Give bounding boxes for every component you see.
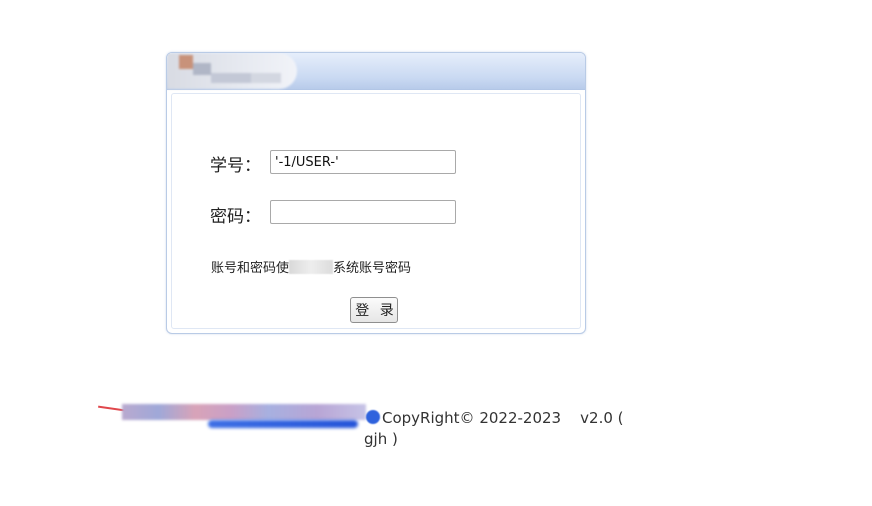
blurred-logo: [167, 53, 297, 89]
note-prefix: 账号和密码使: [211, 261, 290, 276]
note-suffix: 系统账号密码: [333, 261, 412, 276]
student-id-label: 学号：: [210, 156, 261, 176]
password-input[interactable]: [270, 200, 456, 224]
redacted-system-name: [289, 260, 334, 274]
copyright-text: CopyRight© 2022-2023: [382, 409, 562, 427]
panel-header: [167, 53, 585, 90]
footer: CopyRight© 2022-2023 v2.0 ( gjh ): [364, 408, 634, 450]
login-note: 账号和密码使 系统账号密码: [211, 257, 411, 276]
login-page: 学号： 密码： 账号和密码使 系统账号密码 登 录 CopyRight© 2022…: [0, 0, 872, 506]
student-id-input[interactable]: [270, 150, 456, 174]
login-button[interactable]: 登 录: [350, 297, 398, 323]
login-panel: 学号： 密码： 账号和密码使 系统账号密码 登 录: [166, 52, 586, 334]
blurred-footer-organization: [98, 402, 380, 430]
password-label: 密码：: [210, 207, 261, 227]
